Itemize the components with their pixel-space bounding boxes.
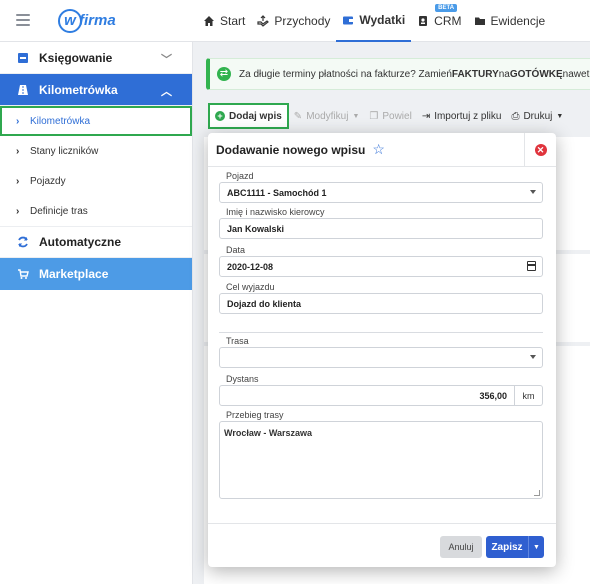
nav-ewidencje[interactable]: Ewidencje bbox=[468, 0, 552, 42]
sync-icon bbox=[18, 236, 28, 248]
income-icon bbox=[257, 15, 270, 27]
ledger-icon bbox=[18, 52, 28, 63]
caret-down-icon bbox=[530, 190, 536, 194]
caret-down-icon[interactable]: ▼ bbox=[529, 544, 544, 551]
purpose-field: Cel wyjazdu Dojazd do klienta bbox=[219, 282, 545, 314]
distance-unit: km bbox=[515, 385, 543, 406]
sidebar-item-stany-licznikow[interactable]: › Stany liczników bbox=[0, 136, 192, 166]
add-entry-modal: Dodawanie nowego wpisu ☆ ✕ Pojazd ABC111… bbox=[208, 133, 556, 567]
add-entry-button[interactable]: + Dodaj wpis bbox=[208, 103, 289, 129]
purpose-input[interactable]: Dojazd do klienta bbox=[219, 293, 543, 314]
nav-start[interactable]: Start bbox=[197, 0, 251, 42]
driver-input[interactable]: Jan Kowalski bbox=[219, 218, 543, 239]
chevron-right-icon: › bbox=[16, 205, 20, 217]
chevron-down-icon: ﹀ bbox=[161, 54, 172, 66]
resize-handle-icon[interactable] bbox=[534, 490, 540, 496]
contact-icon bbox=[419, 16, 428, 26]
folder-icon bbox=[474, 17, 485, 25]
plus-icon: + bbox=[215, 111, 225, 121]
main-nav: Start Przychody Wydatki CRM BETA Ewidenc… bbox=[197, 0, 551, 42]
promo-notice[interactable]: ⇄ Za długie terminy płatności na fakturz… bbox=[206, 58, 590, 90]
caret-down-icon: ▼ bbox=[352, 112, 360, 120]
cart-icon bbox=[18, 269, 29, 279]
modal-title: Dodawanie nowego wpisu bbox=[216, 142, 366, 157]
date-field: Data 2020-12-08 bbox=[219, 245, 545, 277]
top-bar: w firma Start Przychody Wydatki CRM BETA… bbox=[0, 0, 590, 42]
calendar-icon[interactable] bbox=[527, 261, 536, 271]
wallet-icon bbox=[343, 16, 354, 25]
route-select[interactable] bbox=[219, 347, 543, 368]
divider bbox=[219, 332, 543, 333]
print-button[interactable]: ⎙ Drukuj ▼ bbox=[506, 104, 568, 128]
chevron-right-icon: › bbox=[16, 115, 20, 127]
chevron-up-icon: ︿ bbox=[161, 86, 172, 98]
sidebar: Księgowanie ﹀ Kilometrówka ︿ › Kilometró… bbox=[0, 42, 193, 584]
save-button[interactable]: Zapisz ▼ bbox=[486, 536, 544, 558]
sidebar-section-automatyczne[interactable]: Automatyczne bbox=[0, 226, 192, 258]
caret-down-icon bbox=[530, 355, 536, 359]
vehicle-field: Pojazd ABC1111 - Samochód 1 bbox=[219, 171, 545, 203]
driver-field: Imię i nazwisko kierowcy Jan Kowalski bbox=[219, 207, 545, 239]
road-icon bbox=[18, 84, 28, 95]
import-button[interactable]: ⇥ Importuj z pliku bbox=[417, 104, 507, 128]
vehicle-select[interactable]: ABC1111 - Samochód 1 bbox=[219, 182, 543, 203]
edit-icon: ✎ bbox=[293, 110, 303, 122]
chevron-right-icon: › bbox=[16, 145, 20, 157]
home-icon bbox=[204, 16, 214, 26]
caret-down-icon: ▼ bbox=[556, 112, 564, 120]
nav-wydatki[interactable]: Wydatki bbox=[336, 0, 412, 42]
date-input[interactable]: 2020-12-08 bbox=[219, 256, 543, 277]
duplicate-button[interactable]: ❐ Powiel bbox=[364, 104, 416, 128]
modify-button[interactable]: ✎ Modyfikuj ▼ bbox=[289, 104, 365, 128]
modal-header: Dodawanie nowego wpisu ☆ ✕ bbox=[208, 133, 556, 167]
sidebar-item-definicje-tras[interactable]: › Definicje tras bbox=[0, 196, 192, 226]
exchange-icon: ⇄ bbox=[217, 67, 231, 81]
route-field: Trasa bbox=[219, 336, 545, 368]
modal-footer: Anuluj Zapisz ▼ bbox=[208, 523, 556, 567]
star-icon[interactable]: ☆ bbox=[372, 141, 385, 158]
sidebar-section-kilometrowka[interactable]: Kilometrówka ︿ bbox=[0, 74, 192, 106]
distance-field: Dystans 356,00 km bbox=[219, 374, 545, 406]
sidebar-section-ksiegowanie[interactable]: Księgowanie ﹀ bbox=[0, 42, 192, 74]
close-icon: ✕ bbox=[534, 144, 547, 156]
import-icon: ⇥ bbox=[421, 110, 431, 122]
chevron-right-icon: › bbox=[16, 175, 20, 187]
distance-input[interactable]: 356,00 bbox=[219, 385, 515, 406]
nav-crm[interactable]: CRM BETA bbox=[411, 0, 467, 42]
close-button[interactable]: ✕ bbox=[524, 133, 556, 167]
print-icon: ⎙ bbox=[511, 110, 520, 122]
sidebar-item-kilometrowka[interactable]: › Kilometrówka bbox=[0, 106, 192, 136]
sidebar-section-marketplace[interactable]: Marketplace bbox=[0, 258, 192, 290]
sidebar-item-pojazdy[interactable]: › Pojazdy bbox=[0, 166, 192, 196]
beta-badge: BETA bbox=[435, 4, 458, 12]
cancel-button[interactable]: Anuluj bbox=[440, 536, 482, 558]
nav-przychody[interactable]: Przychody bbox=[251, 0, 336, 42]
toolbar: + Dodaj wpis ✎ Modyfikuj ▼ ❐ Powiel ⇥ Im… bbox=[208, 103, 568, 129]
course-textarea[interactable]: Wrocław - Warszawa bbox=[219, 421, 543, 499]
hamburger-menu-icon[interactable] bbox=[16, 14, 30, 26]
course-field: Przebieg trasy Wrocław - Warszawa bbox=[219, 410, 545, 499]
wfirma-logo[interactable]: w firma bbox=[58, 9, 116, 33]
copy-icon: ❐ bbox=[369, 110, 379, 122]
